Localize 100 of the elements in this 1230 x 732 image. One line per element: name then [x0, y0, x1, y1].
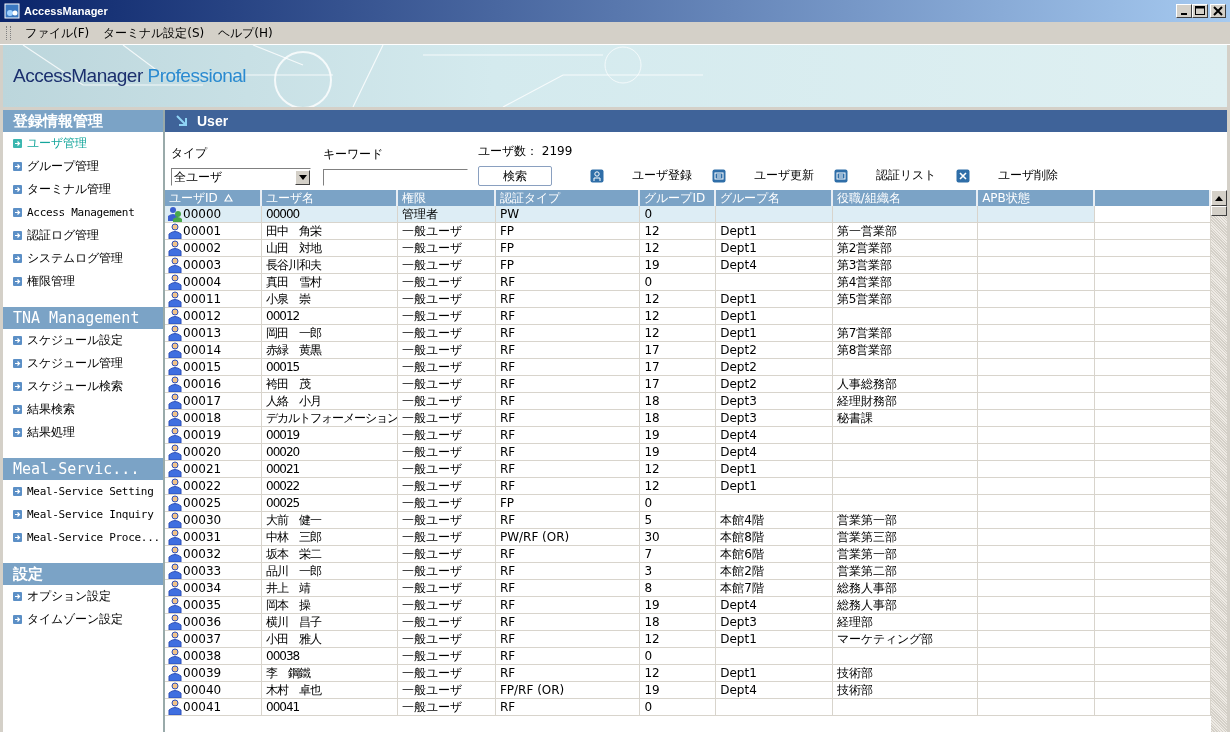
sidebar-item[interactable]: 結果検索 [3, 398, 163, 421]
table-cell: デカルトフォーメーション [266, 410, 397, 426]
arrow-bullet-icon [13, 277, 22, 286]
scroll-up-icon[interactable] [1215, 195, 1223, 201]
table-cell: 一般ユーザ [401, 682, 462, 698]
sidebar-item[interactable]: Meal-Service Setting [3, 480, 163, 503]
sidebar-item[interactable]: オプション設定 [3, 585, 163, 608]
table-cell: FP [499, 224, 515, 238]
table-cell: 12 [644, 462, 660, 476]
table-cell: 横川 昌子 [266, 614, 322, 630]
table-cell: 8 [644, 581, 653, 595]
table-cell: 一般ユーザ [401, 665, 462, 681]
arrow-bullet-icon [13, 510, 22, 519]
sidebar-item[interactable]: スケジュール管理 [3, 352, 163, 375]
table-cell: 00001 [183, 224, 222, 238]
sidebar-item[interactable]: グループ管理 [3, 155, 163, 178]
arrow-bullet-icon [13, 592, 22, 601]
table-cell: PW/RF (OR) [499, 530, 570, 544]
table-cell: 井上 靖 [266, 580, 311, 596]
table-cell: 00011 [183, 292, 222, 306]
table-cell: 00032 [183, 547, 222, 561]
card-icon[interactable] [834, 168, 848, 183]
table-cell: Dept1 [720, 666, 757, 680]
action-link[interactable]: ユーザ登録 [632, 167, 692, 184]
sidebar-item[interactable]: スケジュール設定 [3, 329, 163, 352]
table-cell: 大前 健一 [266, 512, 322, 528]
delete-icon[interactable] [956, 168, 970, 183]
user-icon [168, 682, 182, 698]
user-icon [168, 359, 182, 375]
table-cell: 一般ユーザ [401, 546, 462, 562]
close-icon [1213, 6, 1223, 16]
user-icon [168, 614, 182, 630]
table-cell: 00016 [183, 377, 222, 391]
user-icon [168, 342, 182, 358]
filter-label: タイプ [171, 145, 209, 162]
scroll-thumb[interactable] [1211, 206, 1227, 216]
sidebar-item[interactable]: Access Management [3, 201, 163, 224]
user-icon [168, 427, 182, 443]
table-cell: Dept1 [720, 309, 757, 323]
user-icon [168, 478, 182, 494]
table-cell: Dept4 [720, 598, 757, 612]
arrow-bullet-icon [13, 162, 22, 171]
arrow-bullet-icon [13, 231, 22, 240]
menu-item[interactable]: ヘルプ(H) [218, 24, 273, 42]
table-cell: 00014 [183, 343, 222, 357]
table-cell: 営業第二部 [836, 563, 897, 579]
table-cell: 一般ユーザ [401, 342, 462, 358]
sidebar-item[interactable]: 結果処理 [3, 421, 163, 444]
minimize-button[interactable] [1176, 4, 1192, 18]
table-cell: 0 [644, 275, 653, 289]
user-icon [168, 376, 182, 392]
sidebar-item[interactable]: スケジュール検索 [3, 375, 163, 398]
table-cell: 0 [644, 700, 653, 714]
table-cell: 一般ユーザ [401, 478, 462, 494]
sidebar-item[interactable]: システムログ管理 [3, 247, 163, 270]
menu-item[interactable]: ターミナル設定(S) [103, 24, 205, 42]
sidebar-item[interactable]: ターミナル管理 [3, 178, 163, 201]
user-icon [168, 223, 182, 239]
action-link[interactable]: ユーザ更新 [754, 167, 814, 184]
arrow-bullet-icon [13, 382, 22, 391]
type-dropdown[interactable]: 全ユーザ [171, 168, 311, 186]
table-cell: 真田 雪村 [266, 274, 322, 290]
table-cell: Dept3 [720, 615, 757, 629]
arrow-bullet-icon [13, 615, 22, 624]
table-cell: 00038 [266, 649, 300, 663]
table-cell: 木村 卓也 [266, 682, 322, 698]
search-button[interactable]: 検索 [478, 166, 552, 186]
table-cell: RF [499, 649, 516, 663]
table-cell: 17 [644, 360, 660, 374]
sidebar-item[interactable]: Meal-Service Proce... [3, 526, 163, 549]
close-button[interactable] [1210, 4, 1226, 18]
maximize-button[interactable] [1192, 4, 1208, 18]
table-cell: RF [499, 411, 516, 425]
table-cell: 人絡 小月 [266, 393, 322, 409]
table-cell: 00013 [183, 326, 222, 340]
table-cell: 00022 [183, 479, 222, 493]
table-cell: RF [499, 377, 516, 391]
table-cell: 00038 [183, 649, 222, 663]
table-cell: 17 [644, 377, 660, 391]
person-icon[interactable] [590, 168, 604, 183]
table-cell: 長谷川和夫 [266, 257, 322, 273]
table-cell: Dept3 [720, 411, 757, 425]
table-cell: 秘書課 [836, 410, 873, 426]
table-cell: 本館8階 [720, 529, 764, 545]
menu-item[interactable]: ファイル(F) [25, 24, 90, 42]
action-link[interactable]: 認証リスト [876, 167, 936, 184]
table-cell: RF [499, 632, 516, 646]
card-icon[interactable] [712, 168, 726, 183]
sidebar-item[interactable]: タイムゾーン設定 [3, 608, 163, 631]
sidebar-item[interactable]: Meal-Service Inquiry [3, 503, 163, 526]
user-icon [168, 563, 182, 579]
sidebar-item[interactable]: 認証ログ管理 [3, 224, 163, 247]
action-link[interactable]: ユーザ削除 [998, 167, 1058, 184]
sidebar-item[interactable]: 権限管理 [3, 270, 163, 293]
arrow-bullet-icon [13, 405, 22, 414]
table-cell: 00000 [183, 207, 222, 221]
table-cell: 18 [644, 394, 660, 408]
table-cell: 赤緑 黄黒 [266, 342, 322, 358]
table-cell: 経理部 [836, 614, 873, 630]
table-cell: 一般ユーザ [401, 461, 462, 477]
